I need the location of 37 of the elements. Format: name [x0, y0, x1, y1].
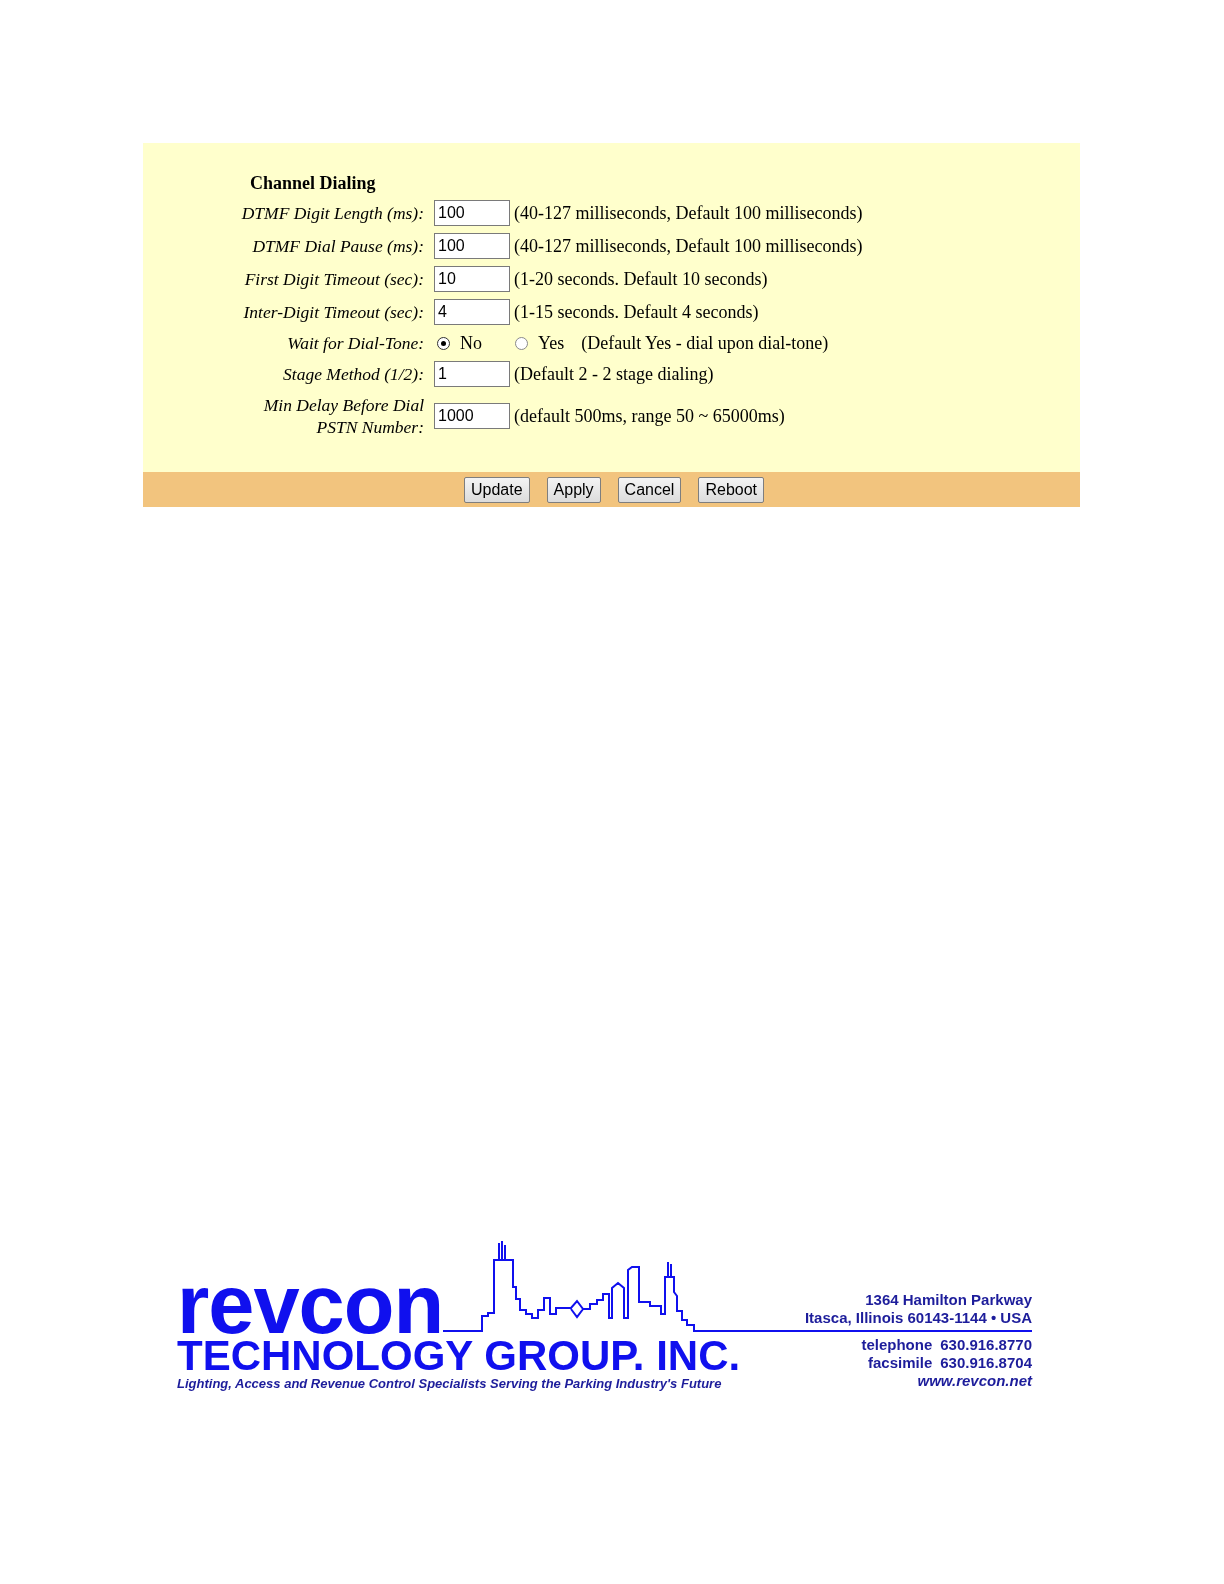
contact-label: facsimile — [868, 1354, 933, 1372]
action-button[interactable]: Reboot — [698, 476, 764, 503]
input-field[interactable]: 4 — [434, 299, 510, 325]
input-field[interactable]: 100 — [434, 200, 510, 226]
field-label: Min Delay Before Dial PSTN Number: — [262, 394, 424, 438]
phone-number: 630.916.8704 — [940, 1354, 1032, 1372]
field-label: Inter-Digit Timeout (sec): — [243, 301, 424, 323]
radio-button[interactable] — [437, 336, 450, 350]
section-title: Channel Dialing — [250, 172, 376, 194]
input-field[interactable]: 1000 — [434, 403, 510, 429]
phone-number: 630.916.8770 — [940, 1336, 1032, 1354]
address-line: Itasca, Illinois 60143-1144 • USA — [804, 1309, 1032, 1327]
field-hint: (Default 2 - 2 stage dialing) — [514, 363, 714, 385]
field-label: Stage Method (1/2): — [283, 363, 424, 385]
field-hint: (40-127 milliseconds, Default 100 milliseconds) — [514, 235, 863, 257]
field-label: First Digit Timeout (sec): — [244, 268, 424, 290]
action-button[interactable]: Update — [464, 476, 530, 503]
address-line: 1364 Hamilton Parkway — [865, 1291, 1032, 1309]
input-field[interactable]: 100 — [434, 233, 510, 259]
website-text: www.revcon.net — [917, 1372, 1032, 1390]
contact-label: telephone — [861, 1336, 933, 1354]
field-hint: (1-15 seconds. Default 4 seconds) — [514, 301, 759, 323]
action-button[interactable]: Apply — [546, 476, 601, 503]
radio-label: No — [460, 332, 482, 354]
input-field[interactable]: 10 — [434, 266, 510, 292]
tagline: Lighting, Access and Revenue Control Specialists Serving the Parking Industry's Future — [177, 1376, 722, 1392]
radio-button[interactable] — [515, 336, 528, 350]
field-label: DTMF Dial Pause (ms): — [252, 235, 424, 257]
field-hint: (40-127 milliseconds, Default 100 milliseconds) — [514, 202, 863, 224]
field-hint: (default 500ms, range 50 ~ 65000ms) — [514, 405, 785, 427]
field-label: Wait for Dial-Tone: — [287, 332, 424, 354]
field-hint: (Default Yes - dial upon dial-tone) — [581, 332, 829, 354]
action-button[interactable]: Cancel — [617, 476, 682, 503]
field-hint: (1-20 seconds. Default 10 seconds) — [514, 268, 768, 290]
input-field[interactable]: 1 — [434, 361, 510, 387]
field-label: DTMF Digit Length (ms): — [241, 202, 424, 224]
radio-label: Yes — [538, 332, 565, 354]
